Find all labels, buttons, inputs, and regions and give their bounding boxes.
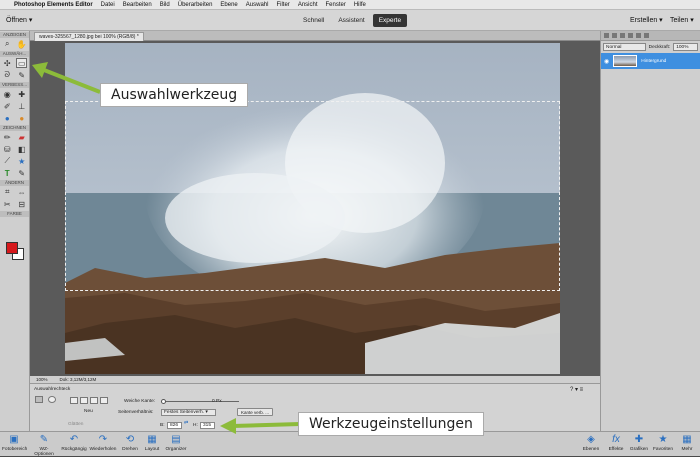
callout-selection-tool: Auswahlwerkzeug — [100, 83, 249, 107]
annotation-arrows — [32, 62, 301, 434]
callout-tool-settings: Werkzeugeinstellungen — [298, 412, 484, 436]
